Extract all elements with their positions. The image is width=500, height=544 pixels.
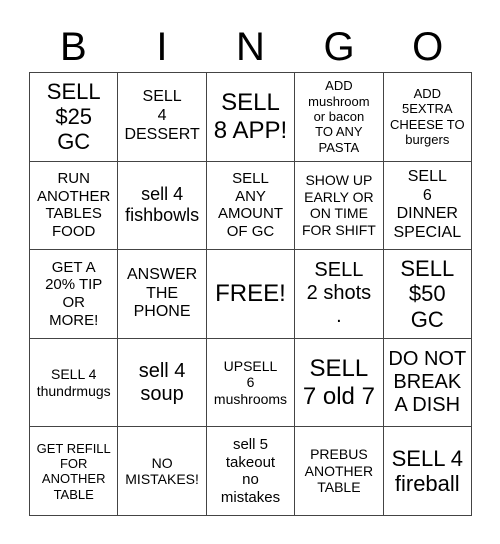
bingo-cell-r1c5[interactable]: ADD 5EXTRA CHEESE TO burgers	[383, 73, 472, 162]
header-letter-n: N	[236, 25, 265, 69]
bingo-cell-r4c1[interactable]: SELL 4 thundrmugs	[30, 338, 119, 428]
bingo-cell-r1c1[interactable]: SELL $25 GC	[30, 73, 119, 162]
bingo-cell-r3c3-free[interactable]: FREE!	[206, 250, 296, 339]
bingo-cell-r5c5[interactable]: SELL 4 fireball	[383, 427, 472, 516]
bingo-header: B I N G O	[29, 22, 472, 72]
bingo-cell-r3c4[interactable]: SELL 2 shots .	[295, 250, 384, 339]
bingo-cell-r1c2[interactable]: SELL 4 DESSERT	[118, 73, 207, 162]
header-letter-i: I	[156, 25, 168, 69]
bingo-cell-r2c2[interactable]: sell 4 fishbowls	[118, 161, 207, 251]
bingo-cell-r4c4[interactable]: SELL 7 old 7	[295, 338, 384, 428]
bingo-cell-r5c2[interactable]: NO MISTAKES!	[118, 427, 207, 516]
bingo-cell-r5c4[interactable]: PREBUS ANOTHER TABLE	[295, 427, 384, 516]
header-letter-b: B	[59, 25, 87, 69]
bingo-cell-r1c3[interactable]: SELL 8 APP!	[206, 73, 296, 162]
bingo-cell-r5c1[interactable]: GET REFILL FOR ANOTHER TABLE	[30, 427, 119, 516]
bingo-cell-r3c2[interactable]: ANSWER THE PHONE	[118, 250, 207, 339]
bingo-cell-r4c3[interactable]: UPSELL 6 mushrooms	[206, 338, 296, 428]
bingo-cell-r2c1[interactable]: RUN ANOTHER TABLES FOOD	[30, 161, 119, 251]
bingo-cell-r3c1[interactable]: GET A 20% TIP OR MORE!	[30, 250, 119, 339]
bingo-board: SELL $25 GC SELL 4 DESSERT SELL 8 APP! A…	[29, 72, 472, 516]
bingo-cell-r2c4[interactable]: SHOW UP EARLY OR ON TIME FOR SHIFT	[295, 161, 384, 251]
bingo-cell-r5c3[interactable]: sell 5 takeout no mistakes	[206, 427, 296, 516]
bingo-cell-r4c2[interactable]: sell 4 soup	[118, 338, 207, 428]
header-letter-o: O	[412, 25, 444, 69]
bingo-cell-r2c5[interactable]: SELL 6 DINNER SPECIAL	[383, 161, 472, 251]
bingo-cell-r2c3[interactable]: SELL ANY AMOUNT OF GC	[206, 161, 296, 251]
header-letter-g: G	[323, 25, 355, 69]
bingo-cell-r1c4[interactable]: ADD mushroom or bacon TO ANY PASTA	[295, 73, 384, 162]
bingo-cell-r4c5[interactable]: DO NOT BREAK A DISH	[383, 338, 472, 428]
bingo-cell-r3c5[interactable]: SELL $50 GC	[383, 250, 472, 339]
